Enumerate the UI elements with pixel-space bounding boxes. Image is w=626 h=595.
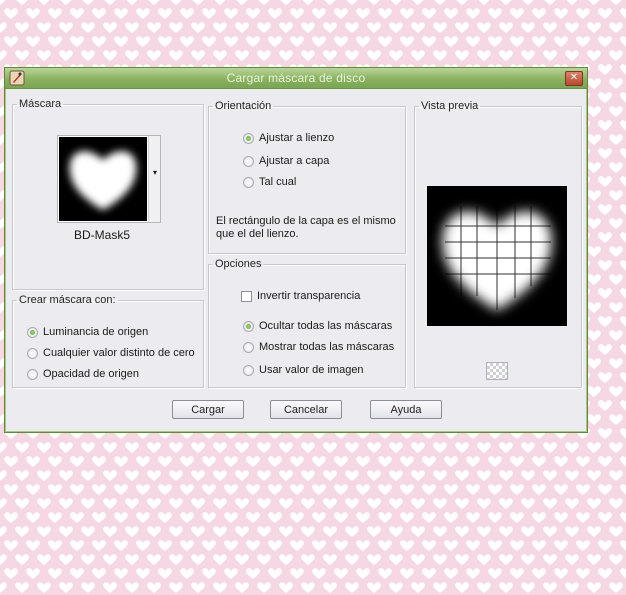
radio-button[interactable] bbox=[243, 132, 254, 144]
checkbox-invert-transparency[interactable]: Invertir transparencia bbox=[241, 290, 360, 302]
orientation-note-line2: que el del lienzo. bbox=[216, 228, 299, 240]
help-button[interactable]: Ayuda bbox=[370, 400, 442, 419]
options-group: Opciones Invertir transparencia Ocultar … bbox=[208, 258, 406, 388]
checkbox-label: Invertir transparencia bbox=[257, 290, 361, 302]
close-button[interactable]: ✕ bbox=[565, 71, 583, 86]
radio-label: Ajustar a lienzo bbox=[259, 132, 335, 144]
radio-show-all-masks[interactable]: Mostrar todas las máscaras bbox=[243, 341, 394, 353]
orientation-note-line1: El rectángulo de la capa es el mismo bbox=[216, 215, 396, 227]
load-button[interactable]: Cargar bbox=[172, 400, 244, 419]
options-legend: Opciones bbox=[215, 258, 262, 270]
thumbnail-scrollbar[interactable] bbox=[148, 136, 160, 222]
radio-button[interactable] bbox=[243, 320, 254, 332]
radio-button[interactable] bbox=[27, 347, 38, 359]
chevron-down-icon[interactable]: ▾ bbox=[150, 168, 160, 178]
checkbox[interactable] bbox=[241, 290, 252, 302]
radio-label: Opacidad de origen bbox=[43, 368, 140, 380]
orientation-legend: Orientación bbox=[215, 100, 272, 112]
radio-button[interactable] bbox=[243, 155, 254, 167]
radio-label: Luminancia de origen bbox=[43, 326, 149, 338]
create-mask-group: Crear máscara con: Luminancia de origen … bbox=[12, 294, 204, 388]
radio-label: Tal cual bbox=[259, 176, 297, 188]
radio-use-image-value[interactable]: Usar valor de imagen bbox=[243, 364, 364, 376]
mask-name-label: BD-Mask5 bbox=[73, 228, 130, 242]
radio-label: Cualquier valor distinto de cero bbox=[43, 347, 195, 359]
radio-button[interactable] bbox=[243, 364, 254, 376]
radio-source-opacity[interactable]: Opacidad de origen bbox=[27, 368, 139, 380]
preview-group: Vista previa bbox=[414, 100, 582, 388]
window-title: Cargar máscara de disco bbox=[226, 71, 366, 85]
transparency-toggle-icon[interactable] bbox=[486, 362, 508, 380]
cancel-button[interactable]: Cancelar bbox=[270, 400, 342, 419]
mask-group: Máscara ▾ BD-Mask5 bbox=[12, 98, 204, 290]
orientation-group: Orientación Ajustar a lienzo Ajustar a c… bbox=[208, 100, 406, 254]
radio-button[interactable] bbox=[27, 326, 38, 338]
radio-source-luminance[interactable]: Luminancia de origen bbox=[27, 326, 148, 338]
radio-fit-canvas[interactable]: Ajustar a lienzo bbox=[243, 132, 334, 144]
title-bar[interactable]: Cargar máscara de disco ✕ bbox=[5, 68, 587, 89]
radio-label: Ajustar a capa bbox=[259, 155, 330, 167]
heart-mask-preview bbox=[427, 186, 567, 326]
radio-button[interactable] bbox=[243, 341, 254, 353]
create-mask-legend: Crear máscara con: bbox=[19, 294, 116, 306]
radio-button[interactable] bbox=[27, 368, 38, 380]
radio-as-is[interactable]: Tal cual bbox=[243, 176, 296, 188]
radio-any-nonzero[interactable]: Cualquier valor distinto de cero bbox=[27, 347, 195, 359]
load-mask-dialog: Cargar máscara de disco ✕ Máscara ▾ BD-M… bbox=[4, 67, 588, 433]
radio-button[interactable] bbox=[243, 176, 254, 188]
radio-hide-all-masks[interactable]: Ocultar todas las máscaras bbox=[243, 320, 392, 332]
preview-image bbox=[427, 186, 567, 326]
radio-label: Ocultar todas las máscaras bbox=[259, 320, 393, 332]
mask-group-legend: Máscara bbox=[19, 98, 62, 110]
preview-legend: Vista previa bbox=[421, 100, 479, 112]
radio-label: Mostrar todas las máscaras bbox=[259, 341, 395, 353]
mask-selector[interactable] bbox=[57, 135, 161, 223]
radio-label: Usar valor de imagen bbox=[259, 364, 364, 376]
radio-fit-layer[interactable]: Ajustar a capa bbox=[243, 155, 329, 167]
mask-thumbnail bbox=[59, 137, 147, 221]
